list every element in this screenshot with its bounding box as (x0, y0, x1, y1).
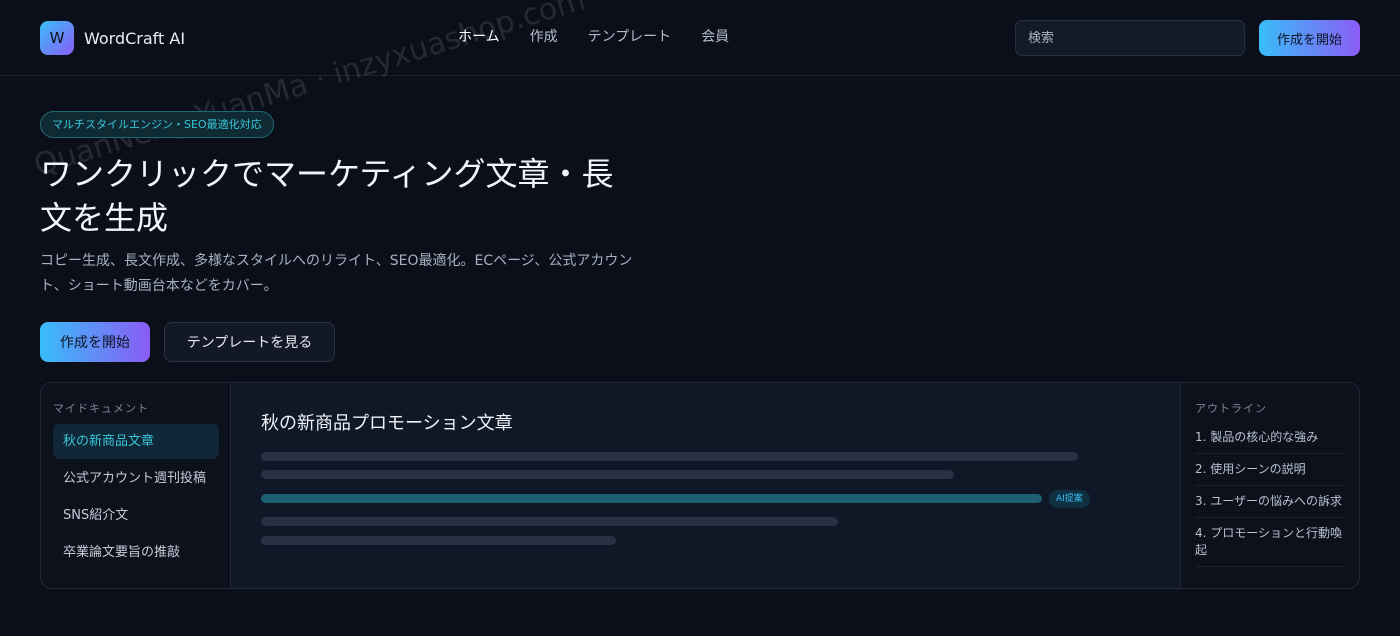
start-creating-button[interactable]: 作成を開始 (40, 322, 150, 362)
documents-sidebar: マイドキュメント 秋の新商品文章 公式アカウント週刊投稿 SNS紹介文 卒業論文… (41, 383, 231, 588)
view-templates-button[interactable]: テンプレートを見る (164, 322, 335, 362)
outline-item[interactable]: 3. ユーザーの悩みへの訴求 (1195, 486, 1346, 518)
nav-create[interactable]: 作成 (530, 28, 558, 46)
text-line-placeholder (261, 536, 616, 545)
document-item[interactable]: 公式アカウント週刊投稿 (53, 461, 219, 496)
outline-item[interactable]: 4. プロモーションと行動喚起 (1195, 518, 1346, 567)
outline-heading: アウトライン (1195, 402, 1267, 415)
feature-badge: マルチスタイルエンジン・SEO最適化対応 (40, 111, 274, 138)
outline-item[interactable]: 1. 製品の核心的な強み (1195, 422, 1346, 454)
editor-preview: マイドキュメント 秋の新商品文章 公式アカウント週刊投稿 SNS紹介文 卒業論文… (40, 382, 1360, 589)
document-item[interactable]: 卒業論文要旨の推敲 (53, 535, 219, 570)
nav-membership[interactable]: 会員 (701, 28, 729, 46)
text-line-placeholder (261, 470, 954, 479)
hero-description: コピー生成、長文作成、多様なスタイルへのリライト、SEO最適化。ECページ、公式… (40, 253, 633, 294)
brand[interactable]: W WordCraft AI (40, 21, 185, 55)
outline-list: 1. 製品の核心的な強み 2. 使用シーンの説明 3. ユーザーの悩みへの訴求 … (1195, 422, 1346, 567)
search-input[interactable] (1015, 20, 1245, 56)
documents-heading: マイドキュメント (53, 402, 149, 415)
document-title: 秋の新商品プロモーション文章 (261, 413, 513, 434)
logo-icon: W (40, 21, 74, 55)
document-item[interactable]: 秋の新商品文章 (53, 424, 219, 459)
documents-list: 秋の新商品文章 公式アカウント週刊投稿 SNS紹介文 卒業論文要旨の推敲 (53, 424, 219, 572)
outline-item[interactable]: 2. 使用シーンの説明 (1195, 454, 1346, 486)
main-nav: ホーム 作成 テンプレート 会員 (458, 28, 759, 46)
header-start-button[interactable]: 作成を開始 (1259, 20, 1360, 56)
top-bar: W WordCraft AI ホーム 作成 テンプレート 会員 作成を開始 (0, 0, 1400, 76)
nav-templates[interactable]: テンプレート (588, 28, 672, 46)
hero-title: ワンクリックでマーケティング文章・長文を生成 (40, 155, 614, 237)
brand-name: WordCraft AI (84, 28, 186, 48)
text-line-placeholder (261, 452, 1078, 461)
document-item[interactable]: SNS紹介文 (53, 498, 219, 533)
document-editor[interactable]: 秋の新商品プロモーション文章 AI提案 (231, 383, 1180, 588)
text-line-placeholder (261, 517, 838, 526)
outline-panel: アウトライン 1. 製品の核心的な強み 2. 使用シーンの説明 3. ユーザーの… (1180, 383, 1359, 588)
ai-suggestion-tag[interactable]: AI提案 (1049, 490, 1090, 508)
nav-home[interactable]: ホーム (458, 28, 500, 46)
ai-suggested-line[interactable] (261, 494, 1042, 503)
